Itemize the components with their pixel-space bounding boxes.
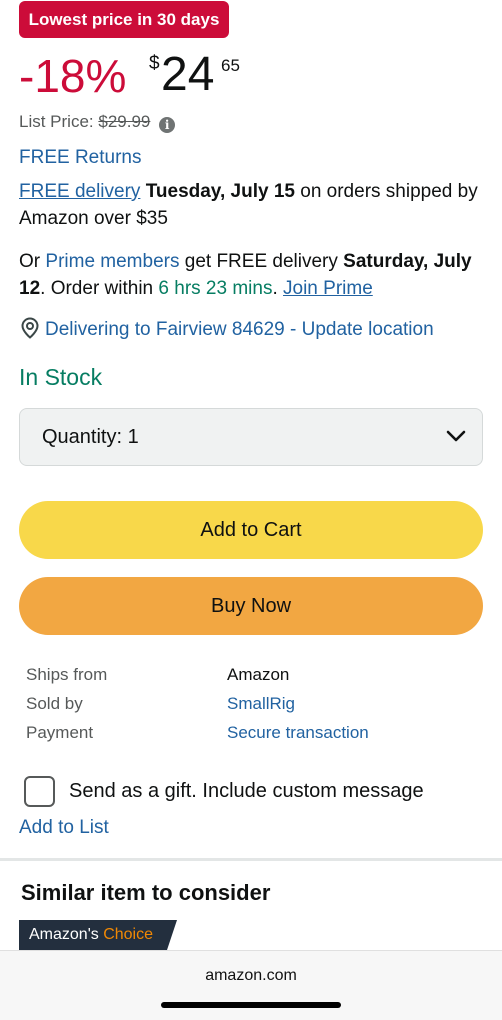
price-currency: $ <box>149 53 160 74</box>
section-divider <box>0 858 502 861</box>
secure-transaction-link[interactable]: Secure transaction <box>227 718 369 747</box>
detail-value: Amazon <box>227 665 290 684</box>
seller-details: Ships from Amazon Sold by SmallRig Payme… <box>26 660 486 747</box>
detail-key: Sold by <box>26 694 83 713</box>
chevron-down-icon <box>446 430 466 442</box>
prime-delivery-message: Or Prime members get FREE delivery Satur… <box>19 251 472 299</box>
address-bar-url[interactable]: amazon.com <box>0 967 502 985</box>
detail-key: Ships from <box>26 665 108 684</box>
free-delivery-link[interactable]: FREE delivery <box>19 181 140 202</box>
gift-checkbox[interactable] <box>24 776 55 808</box>
detail-key: Payment <box>26 723 94 742</box>
info-icon[interactable]: i <box>159 117 176 133</box>
delivery-message: FREE delivery Tuesday, July 15 on orders… <box>19 178 489 232</box>
browser-bottom-bar: amazon.com <box>0 950 502 1020</box>
add-to-cart-button[interactable]: Add to Cart <box>19 501 483 559</box>
quantity-label: Quantity: <box>42 426 123 448</box>
free-returns-link[interactable]: FREE Returns <box>19 146 141 170</box>
detail-row: Ships from Amazon <box>26 660 486 689</box>
delivery-date: Tuesday, July 15 <box>145 181 295 202</box>
lowest-price-badge: Lowest price in 30 days <box>19 1 229 38</box>
gift-label: Send as a gift. Include custom message <box>69 780 424 802</box>
discount-percent: -18% <box>19 50 127 102</box>
seller-link[interactable]: SmallRig <box>227 689 295 718</box>
gift-option[interactable]: Send as a gift. Include custom message <box>24 776 424 808</box>
choice-prefix: Amazon's <box>29 926 99 943</box>
order-countdown: 6 hrs 23 mins <box>158 278 273 299</box>
order-within-label: Order within <box>50 278 154 299</box>
amazons-choice-badge: Amazon's Choice <box>19 920 178 950</box>
stock-status: In Stock <box>19 364 103 390</box>
list-price-label: List Price: <box>19 112 94 131</box>
price-whole: 24 <box>161 48 215 101</box>
quantity-value: 1 <box>127 426 139 448</box>
location-pin-icon <box>21 317 39 339</box>
buy-now-button[interactable]: Buy Now <box>19 577 483 635</box>
add-to-list-link[interactable]: Add to List <box>19 815 109 841</box>
home-indicator[interactable] <box>161 1002 341 1008</box>
delivery-location-link[interactable]: Delivering to Fairview 84629 - Update lo… <box>19 316 434 343</box>
prime-members-link[interactable]: Prime members <box>45 251 179 272</box>
similar-items-heading: Similar item to consider <box>21 880 271 905</box>
prime-prefix: Or <box>19 251 41 272</box>
quantity-dropdown[interactable]: Quantity: 1 <box>19 408 483 466</box>
list-price: List Price: $29.99 i <box>19 111 176 133</box>
list-price-value: $29.99 <box>98 112 151 131</box>
detail-row: Sold by SmallRig <box>26 689 486 718</box>
price-fraction: 65 <box>221 56 240 75</box>
prime-middle-text: get FREE delivery <box>184 251 338 272</box>
join-prime-link[interactable]: Join Prime <box>283 278 373 299</box>
delivery-location-label: Delivering to Fairview 84629 - Update lo… <box>45 319 434 340</box>
choice-highlight: Choice <box>103 926 154 943</box>
detail-row: Payment Secure transaction <box>26 718 486 747</box>
